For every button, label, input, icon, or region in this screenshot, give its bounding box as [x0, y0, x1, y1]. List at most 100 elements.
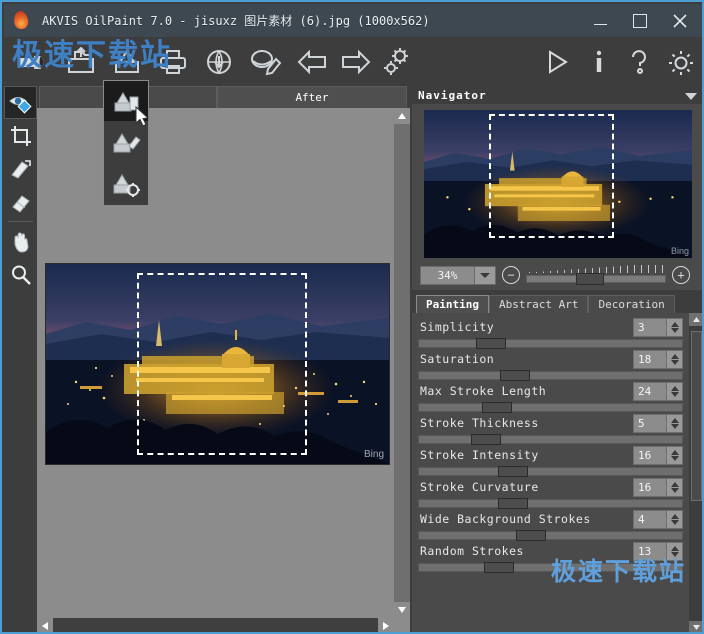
parameter-stepper[interactable] [666, 319, 682, 336]
parameter-stepper[interactable] [666, 511, 682, 528]
parameter-spinbox[interactable]: 16 [633, 478, 683, 497]
maximize-button[interactable] [620, 4, 660, 37]
parameter-spinbox[interactable]: 4 [633, 510, 683, 529]
zoom-controls: 34% − + [420, 264, 696, 286]
parameter-stepper[interactable] [666, 479, 682, 496]
settings-scroll-thumb[interactable] [691, 331, 702, 501]
parameter-slider-track[interactable] [418, 531, 683, 540]
tab-decoration[interactable]: Decoration [588, 295, 674, 313]
scroll-up-button[interactable] [394, 108, 410, 124]
parameter-stepper[interactable] [666, 351, 682, 368]
parameter-label: Simplicity [420, 320, 494, 334]
parameter-value: 4 [634, 511, 666, 528]
zoom-out-button[interactable]: − [502, 266, 520, 284]
info-icon[interactable] [578, 42, 620, 82]
image-canvas[interactable]: Bing [37, 108, 410, 634]
close-button[interactable] [660, 4, 700, 37]
zoom-dropdown-icon[interactable] [474, 267, 495, 284]
stroke-direction-tool[interactable] [4, 152, 37, 185]
main-toolbar [4, 37, 704, 86]
title-bar: AKVIS OilPaint 7.0 - jisuxz 图片素材 (6).jpg… [4, 4, 704, 37]
parameter-spinbox[interactable]: 16 [633, 446, 683, 465]
parameter-row: Saturation 18 [418, 350, 683, 382]
parameter-label: Stroke Intensity [420, 448, 539, 462]
help-icon[interactable] [618, 42, 660, 82]
parameter-list: Simplicity3Saturation18Max Stroke Length… [412, 313, 689, 634]
scroll-right-button[interactable] [378, 618, 394, 634]
zoom-slider-thumb[interactable] [576, 273, 604, 285]
minimize-button[interactable] [580, 4, 620, 37]
preferences-icon[interactable] [660, 42, 702, 82]
parameter-slider-track[interactable] [418, 339, 683, 348]
open-image-icon[interactable] [60, 42, 102, 82]
parameter-slider-thumb[interactable] [482, 402, 512, 413]
undo-arrow-icon[interactable] [292, 42, 334, 82]
parameter-row: Stroke Intensity 16 [418, 446, 683, 478]
parameter-slider-thumb[interactable] [471, 434, 501, 445]
brush-logo-icon [14, 42, 56, 82]
publish-web-icon[interactable] [198, 42, 240, 82]
tab-after[interactable]: After [217, 86, 407, 108]
parameter-spinbox[interactable]: 3 [633, 318, 683, 337]
navigator-title: Navigator [418, 89, 487, 102]
parameter-slider-thumb[interactable] [516, 530, 546, 541]
tab-painting[interactable]: Painting [416, 295, 489, 313]
play-run-icon[interactable] [536, 42, 578, 82]
eraser-tool[interactable] [4, 185, 37, 218]
preview-selection-rect[interactable] [137, 273, 307, 455]
parameter-slider-track[interactable] [418, 467, 683, 476]
parameter-stepper[interactable] [666, 543, 682, 560]
settings-scroll-down-button[interactable] [689, 621, 704, 634]
tab-abstract-art[interactable]: Abstract Art [489, 295, 588, 313]
crop-tool[interactable] [4, 119, 37, 152]
parameter-stepper[interactable] [666, 383, 682, 400]
parameter-slider-track[interactable] [418, 563, 683, 572]
canvas-horizontal-scrollbar[interactable] [37, 618, 394, 634]
parameter-slider-thumb[interactable] [498, 466, 528, 477]
tools-sidebar [4, 86, 37, 634]
parameter-value: 16 [634, 447, 666, 464]
scrollbar-corner [394, 618, 410, 634]
redo-arrow-icon[interactable] [334, 42, 376, 82]
navigator-thumbnail[interactable]: Bing [424, 110, 692, 258]
parameter-slider-thumb[interactable] [476, 338, 506, 349]
scroll-left-button[interactable] [37, 618, 53, 634]
parameter-label: Saturation [420, 352, 494, 366]
settings-scroll-up-button[interactable] [689, 313, 704, 326]
canvas-vertical-scrollbar[interactable] [394, 108, 410, 618]
zoom-tool[interactable] [4, 258, 37, 291]
parameter-stepper[interactable] [666, 415, 682, 432]
parameter-spinbox[interactable]: 13 [633, 542, 683, 561]
parameter-slider-track[interactable] [418, 435, 683, 444]
parameter-row: Random Strokes13 [418, 542, 683, 574]
settings-vertical-scrollbar[interactable] [689, 313, 704, 634]
save-with-config-icon[interactable] [104, 163, 148, 205]
chevron-down-icon[interactable] [684, 86, 698, 105]
parameter-spinbox[interactable]: 18 [633, 350, 683, 369]
scroll-down-button[interactable] [394, 602, 410, 618]
zoom-in-button[interactable]: + [672, 266, 690, 284]
parameter-label: Wide Background Strokes [420, 512, 591, 526]
parameter-slider-track[interactable] [418, 499, 683, 508]
application-window: AKVIS OilPaint 7.0 - jisuxz 图片素材 (6).jpg… [0, 0, 704, 634]
parameter-slider-thumb[interactable] [500, 370, 530, 381]
tools-divider [8, 221, 33, 222]
parameter-stepper[interactable] [666, 447, 682, 464]
navigator-panel: Navigator [412, 86, 704, 290]
hand-tool[interactable] [4, 225, 37, 258]
save-image-icon[interactable] [106, 42, 148, 82]
parameter-slider-thumb[interactable] [484, 562, 514, 573]
parameter-slider-thumb[interactable] [498, 498, 528, 509]
zoom-combobox[interactable]: 34% [420, 266, 496, 285]
print-image-icon[interactable] [152, 42, 194, 82]
zoom-slider[interactable] [526, 266, 666, 284]
navigator-viewport-rect[interactable] [489, 114, 614, 238]
save-flyout-menu[interactable] [103, 80, 149, 206]
batch-process-icon[interactable] [244, 42, 286, 82]
parameter-spinbox[interactable]: 5 [633, 414, 683, 433]
gears-icon[interactable] [376, 42, 418, 82]
parameter-slider-track[interactable] [418, 371, 683, 380]
preview-eye-tool[interactable] [4, 86, 37, 119]
parameter-spinbox[interactable]: 24 [633, 382, 683, 401]
parameter-slider-track[interactable] [418, 403, 683, 412]
